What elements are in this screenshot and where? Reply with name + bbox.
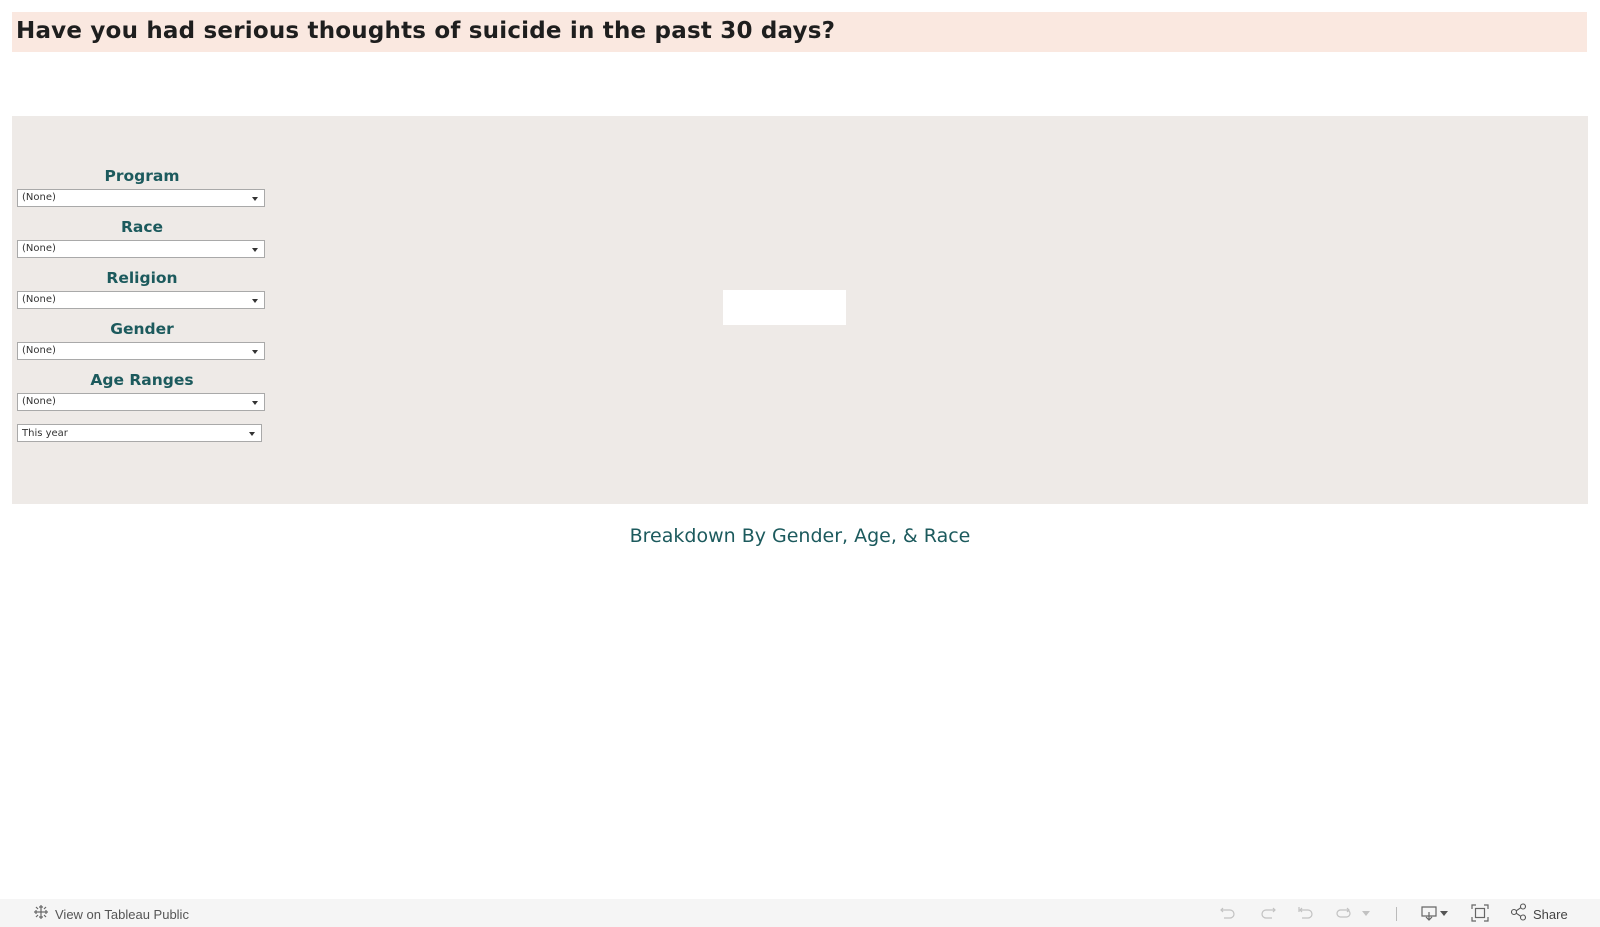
race-dropdown[interactable]: (None) — [17, 240, 265, 258]
program-dropdown-value: (None) — [22, 192, 56, 203]
race-dropdown-value: (None) — [22, 243, 56, 254]
age-ranges-filter-label: Age Ranges — [90, 371, 194, 389]
chevron-down-icon — [252, 299, 258, 303]
redo-icon[interactable] — [1258, 904, 1278, 922]
program-dropdown[interactable]: (None) — [17, 189, 265, 207]
gender-dropdown-value: (None) — [22, 345, 56, 356]
section-title: Breakdown By Gender, Age, & Race — [629, 525, 971, 547]
religion-dropdown-value: (None) — [22, 294, 56, 305]
revert-icon[interactable] — [1296, 904, 1316, 922]
undo-icon[interactable] — [1218, 904, 1238, 922]
refresh-icon[interactable] — [1334, 904, 1354, 922]
gender-filter-label: Gender — [110, 320, 174, 338]
chevron-down-icon — [252, 350, 258, 354]
religion-filter-label: Religion — [106, 269, 178, 287]
chevron-down-icon — [252, 401, 258, 405]
chevron-down-icon — [252, 197, 258, 201]
gender-dropdown[interactable]: (None) — [17, 342, 265, 360]
filter-panel: Program (None) Race (None) Religion (Non… — [12, 116, 1588, 504]
race-filter-label: Race — [120, 218, 164, 236]
date-range-dropdown-value: This year — [22, 428, 68, 439]
chevron-down-icon — [249, 432, 255, 436]
tableau-logo-icon — [33, 904, 49, 924]
view-on-tableau-public-label: View on Tableau Public — [55, 906, 189, 922]
date-range-dropdown[interactable]: This year — [17, 424, 262, 442]
chevron-down-icon — [252, 248, 258, 252]
page-title: Have you had serious thoughts of suicide… — [16, 18, 836, 44]
fullscreen-icon[interactable] — [1470, 904, 1490, 922]
share-button[interactable]: Share — [1510, 903, 1568, 925]
age-ranges-dropdown-value: (None) — [22, 396, 56, 407]
download-icon[interactable] — [1421, 904, 1451, 922]
view-on-tableau-public-link[interactable]: View on Tableau Public — [33, 904, 189, 924]
share-icon — [1510, 903, 1528, 925]
age-ranges-dropdown[interactable]: (None) — [17, 393, 265, 411]
empty-viz-placeholder — [723, 290, 846, 325]
toolbar-divider — [1396, 907, 1397, 921]
religion-dropdown[interactable]: (None) — [17, 291, 265, 309]
tableau-toolbar: View on Tableau Public Share — [0, 899, 1600, 927]
pause-dropdown-icon[interactable] — [1360, 904, 1372, 922]
title-banner: Have you had serious thoughts of suicide… — [12, 12, 1587, 52]
share-label: Share — [1533, 906, 1568, 922]
program-filter-label: Program — [104, 167, 180, 185]
